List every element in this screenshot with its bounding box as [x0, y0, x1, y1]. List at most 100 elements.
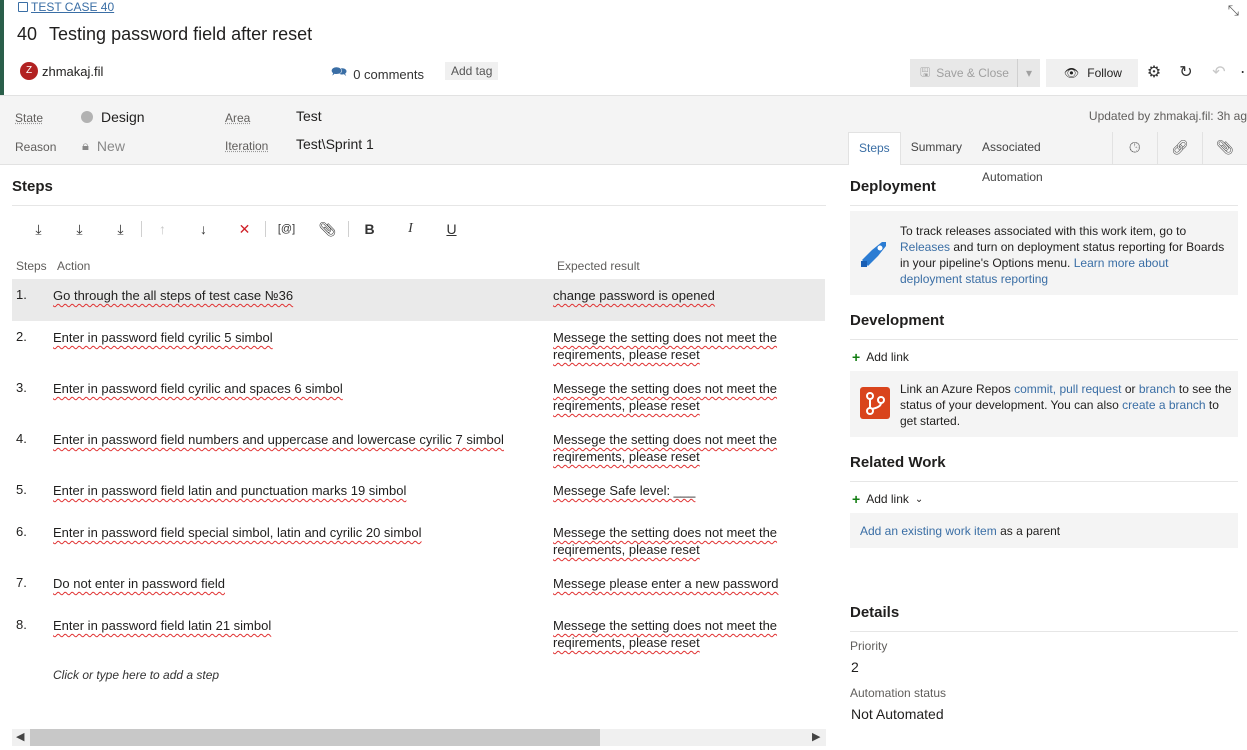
- development-heading: Development: [850, 312, 945, 329]
- step-expected-result[interactable]: Messege the setting does not meet the re…: [553, 329, 808, 363]
- scroll-right-icon[interactable]: ▶: [812, 730, 820, 743]
- divider: [850, 481, 1238, 482]
- assigned-user[interactable]: Z zhmakaj.fil: [20, 62, 103, 80]
- move-down-icon[interactable]: ↓: [183, 218, 224, 240]
- step-action[interactable]: Enter in password field latin 21 simbol: [53, 617, 533, 634]
- priority-label: Priority: [850, 639, 888, 653]
- delete-icon[interactable]: ✕: [224, 218, 265, 240]
- area-value[interactable]: Test: [296, 108, 322, 124]
- create-shared-steps-icon[interactable]: ⤓: [100, 218, 141, 240]
- gear-icon[interactable]: ⚙: [1143, 62, 1165, 84]
- title-row: 40 Testing password field after reset: [17, 24, 312, 45]
- step-number: 5.: [16, 482, 27, 497]
- step-expected-result[interactable]: Messege the setting does not meet the re…: [553, 380, 808, 414]
- reason-label: Reason: [15, 140, 57, 154]
- updated-by: Updated by zhmakaj.fil: 3h ag: [1088, 109, 1247, 123]
- follow-label: Follow: [1087, 66, 1122, 80]
- reason-value: New: [96, 138, 125, 154]
- plus-icon: +: [852, 491, 861, 507]
- step-row[interactable]: 7. Do not enter in password field Messeg…: [12, 567, 825, 609]
- step-row[interactable]: 8. Enter in password field latin 21 simb…: [12, 609, 825, 660]
- chevron-down-icon: ⌄: [914, 493, 924, 505]
- step-row[interactable]: 3. Enter in password field cyrilic and s…: [12, 372, 825, 423]
- tab-summary[interactable]: Summary: [901, 132, 972, 165]
- commit-link[interactable]: commit,: [1014, 382, 1056, 396]
- parameter-icon[interactable]: [@]: [266, 218, 307, 240]
- step-expected-result[interactable]: Messege the setting does not meet the re…: [553, 524, 808, 558]
- step-row[interactable]: 2. Enter in password field cyrilic 5 sim…: [12, 321, 825, 372]
- assigned-user-name: zhmakaj.fil: [42, 63, 104, 79]
- development-add-link[interactable]: + Add link: [852, 349, 909, 365]
- scroll-left-icon[interactable]: ◀: [16, 730, 24, 743]
- work-item-title[interactable]: Testing password field after reset: [49, 24, 312, 45]
- step-expected-result[interactable]: Messege please enter a new password: [553, 575, 808, 592]
- automation-status-value: Not Automated: [851, 706, 944, 722]
- undo-icon[interactable]: ↶: [1208, 62, 1230, 84]
- italic-icon[interactable]: I: [390, 218, 431, 240]
- step-action[interactable]: Do not enter in password field: [53, 575, 533, 592]
- step-row[interactable]: 4. Enter in password field numbers and u…: [12, 423, 825, 474]
- step-action[interactable]: Enter in password field cyrilic 5 simbol: [53, 329, 533, 346]
- step-action[interactable]: Enter in password field cyrilic and spac…: [53, 380, 533, 397]
- priority-value[interactable]: 2: [851, 659, 859, 675]
- state-field[interactable]: Design: [81, 109, 145, 125]
- deployment-text: To track releases associated with this w…: [900, 223, 1230, 287]
- step-row[interactable]: 6. Enter in password field special simbo…: [12, 516, 825, 567]
- automation-status-label: Automation status: [850, 686, 947, 700]
- development-text: Link an Azure Repos commit, pull request…: [900, 381, 1232, 429]
- chevron-down-icon[interactable]: ▾: [1016, 59, 1040, 87]
- step-action[interactable]: Enter in password field numbers and uppe…: [53, 431, 553, 448]
- save-close-button[interactable]: 🖫 Save & Close ▾: [910, 59, 1040, 87]
- step-expected-result[interactable]: Messege Safe level: ___: [553, 482, 808, 499]
- follow-button[interactable]: 👁 Follow: [1046, 59, 1138, 87]
- column-header-expected: Expected result: [557, 259, 640, 273]
- iteration-value[interactable]: Test\Sprint 1: [296, 136, 374, 152]
- related-work-box: Add an existing work item as a parent: [850, 513, 1238, 548]
- avatar: Z: [20, 62, 38, 80]
- step-row[interactable]: 1. Go through the all steps of test case…: [12, 279, 825, 321]
- test-case-link[interactable]: TEST CASE 40: [18, 0, 114, 14]
- comments-link[interactable]: 🗪 0 comments: [331, 63, 424, 85]
- step-action[interactable]: Go through the all steps of test case №3…: [53, 287, 533, 304]
- pull-request-link[interactable]: pull request: [1059, 382, 1121, 396]
- insert-step-icon[interactable]: ⤓: [18, 218, 59, 240]
- step-expected-result[interactable]: Messege the setting does not meet the re…: [553, 617, 808, 651]
- related-work-add-link[interactable]: + Add link ⌄: [852, 491, 923, 507]
- divider: [12, 205, 826, 206]
- add-tag-button[interactable]: Add tag: [445, 62, 499, 80]
- step-number: 1.: [16, 287, 27, 302]
- step-action[interactable]: Enter in password field latin and punctu…: [53, 482, 533, 499]
- save-close-label: Save & Close: [936, 66, 1009, 80]
- bold-icon[interactable]: B: [349, 218, 390, 240]
- move-up-icon[interactable]: ↑: [142, 218, 183, 240]
- reason-field: 🔒︎ New: [82, 138, 125, 154]
- column-header-action: Action: [57, 259, 91, 273]
- work-item-id: 40: [17, 24, 38, 44]
- add-link-label: Add link: [866, 350, 909, 364]
- attachment-icon[interactable]: 📎︎: [307, 218, 348, 240]
- steps-heading: Steps: [12, 178, 53, 195]
- underline-icon[interactable]: U: [431, 218, 472, 240]
- add-existing-work-item-link[interactable]: Add an existing work item: [860, 524, 997, 538]
- add-step-placeholder[interactable]: Click or type here to add a step: [53, 668, 219, 682]
- step-action[interactable]: Enter in password field special simbol, …: [53, 524, 533, 541]
- attachment-icon[interactable]: 📎︎: [1201, 132, 1247, 165]
- tab-steps[interactable]: Steps: [848, 132, 901, 165]
- tab-associated-automation[interactable]: Associated Automation: [972, 132, 1112, 184]
- history-icon[interactable]: 🕒︎: [1111, 132, 1157, 165]
- create-branch-link[interactable]: create a branch: [1122, 398, 1205, 412]
- releases-link[interactable]: Releases: [900, 240, 950, 254]
- refresh-icon[interactable]: ↻: [1175, 62, 1197, 84]
- collapse-icon[interactable]: ⤡: [1228, 2, 1239, 19]
- more-actions-icon[interactable]: ⋯: [1237, 62, 1247, 84]
- insert-shared-steps-icon[interactable]: ⤓: [59, 218, 100, 240]
- plus-icon: +: [852, 349, 861, 365]
- column-header-steps: Steps: [16, 259, 47, 273]
- branch-link[interactable]: branch: [1139, 382, 1176, 396]
- link-icon[interactable]: 🔗︎: [1156, 132, 1202, 165]
- step-number: 6.: [16, 524, 27, 539]
- step-row[interactable]: 5. Enter in password field latin and pun…: [12, 474, 825, 516]
- scrollbar-thumb[interactable]: [30, 729, 600, 746]
- step-expected-result[interactable]: change password is opened: [553, 287, 808, 304]
- step-expected-result[interactable]: Messege the setting does not meet the re…: [553, 431, 808, 465]
